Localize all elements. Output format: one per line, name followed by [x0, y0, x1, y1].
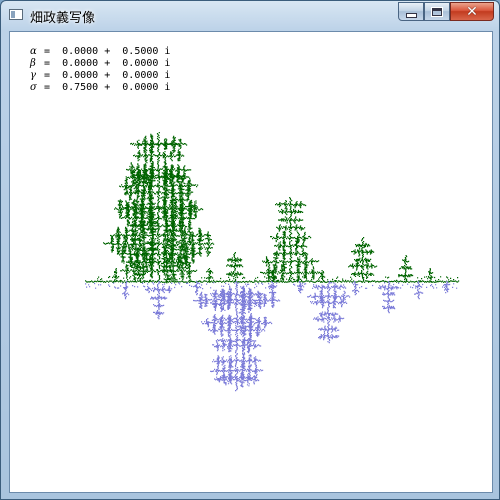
maximize-icon: [431, 6, 443, 17]
app-window: 畑政義写像 ✕ α = 0.0000 + 0.5000 i β = 0.0000 +…: [0, 0, 500, 500]
window-title: 畑政義写像: [30, 11, 96, 26]
lower-fractal-curve: [85, 281, 458, 392]
app-icon[interactable]: [9, 9, 23, 20]
canvas-area: α = 0.0000 + 0.5000 i β = 0.0000 + 0.0000 …: [9, 31, 493, 493]
minimize-icon: [405, 12, 417, 18]
minimize-button[interactable]: [398, 2, 424, 21]
close-icon: ✕: [466, 3, 478, 20]
window-controls: ✕: [398, 2, 494, 21]
close-button[interactable]: ✕: [450, 2, 494, 21]
title-bar[interactable]: 畑政義写像 ✕: [1, 1, 499, 31]
fractal-plot: [85, 132, 460, 392]
maximize-button[interactable]: [424, 2, 450, 21]
upper-fractal-curve: [85, 132, 460, 284]
